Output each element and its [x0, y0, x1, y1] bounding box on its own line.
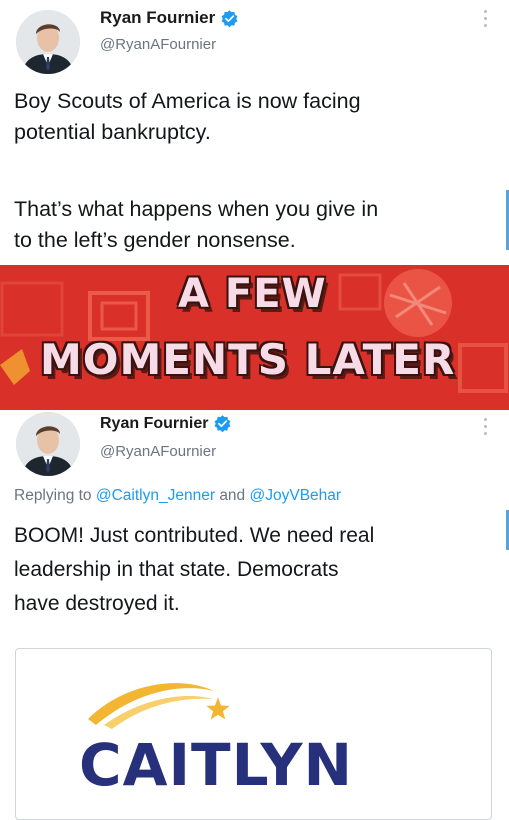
replying-prefix: Replying to	[14, 487, 92, 504]
more-options-icon[interactable]	[484, 10, 488, 31]
author-handle[interactable]: @RyanAFournier	[100, 443, 216, 460]
replying-to: Replying to @Caitlyn_Jenner and @JoyVBeh…	[14, 487, 341, 505]
tweet-reply: Ryan Fournier @RyanAFournier Replying to…	[0, 410, 509, 820]
logo-swoosh	[88, 683, 214, 729]
meme-banner: A FEW MOMENTS LATER	[0, 265, 509, 410]
banner-line-1: A FEW	[178, 271, 327, 317]
author-handle[interactable]: @RyanAFournier	[100, 36, 216, 53]
author-name[interactable]: Ryan Fournier	[100, 414, 232, 433]
author-name-text: Ryan Fournier	[100, 414, 209, 432]
more-options-icon[interactable]	[484, 418, 488, 439]
tweet-original: Ryan Fournier @RyanAFournier Boy Scouts …	[0, 0, 509, 265]
card-logo-text: CAITLYN	[79, 731, 354, 799]
tweet-text-line: to the left’s gender nonsense.	[14, 228, 296, 252]
author-name-text: Ryan Fournier	[100, 8, 216, 27]
verified-badge-icon	[221, 9, 238, 27]
author-avatar[interactable]	[16, 10, 80, 74]
author-name[interactable]: Ryan Fournier	[100, 8, 239, 28]
replying-and: and	[219, 487, 246, 504]
tweet-text-line: potential bankruptcy.	[14, 120, 211, 144]
banner-line-2: MOMENTS LATER	[40, 335, 456, 384]
mention-link[interactable]: @Caitlyn_Jenner	[96, 487, 215, 504]
tweet-text-line: That’s what happens when you give in	[14, 197, 379, 221]
tweet-text-line: BOOM! Just contributed. We need real	[14, 524, 375, 547]
author-avatar[interactable]	[16, 412, 80, 476]
link-card[interactable]: CAITLYN	[15, 648, 492, 820]
verified-badge-icon	[215, 415, 231, 433]
tweet-text-line: Boy Scouts of America is now facing	[14, 89, 361, 113]
tweet-text-line: have destroyed it.	[14, 592, 180, 615]
tweet-text-line: leadership in that state. Democrats	[14, 558, 339, 581]
mention-link[interactable]: @JoyVBehar	[250, 487, 342, 504]
star-icon	[206, 697, 230, 720]
